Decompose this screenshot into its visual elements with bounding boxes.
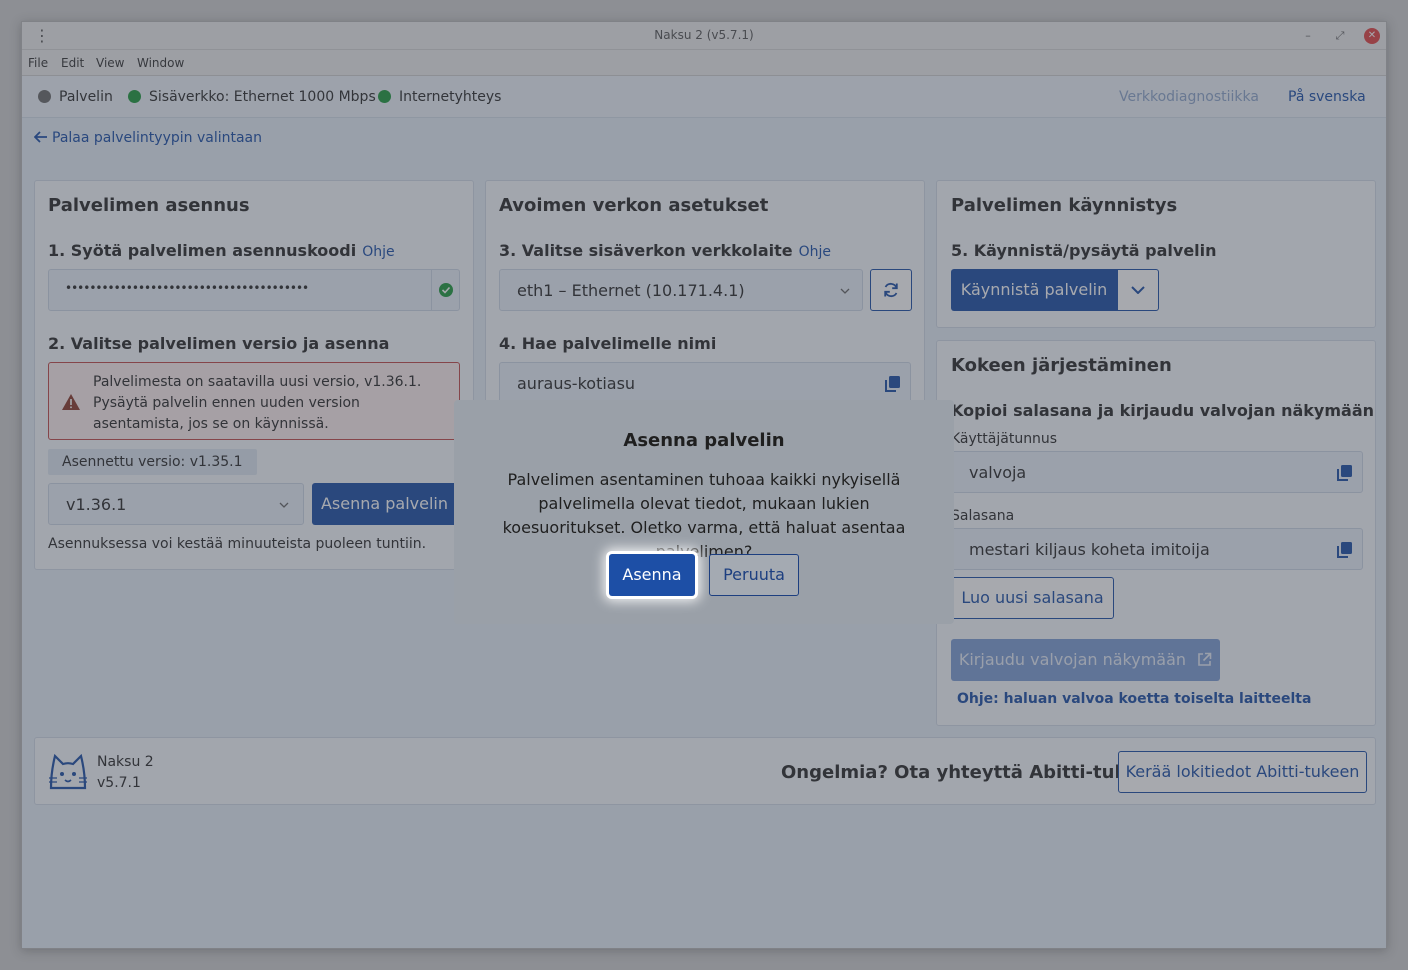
confirm-install-button[interactable]: Asenna xyxy=(609,554,695,596)
dialog-title: Asenna palvelin xyxy=(623,430,785,451)
dialog-message: Palvelimen asentaminen tuhoaa kaikki nyk… xyxy=(502,470,906,561)
install-confirm-dialog: Asenna palvelin Palvelimen asentaminen t… xyxy=(454,400,954,624)
cancel-button[interactable]: Peruuta xyxy=(709,554,799,596)
